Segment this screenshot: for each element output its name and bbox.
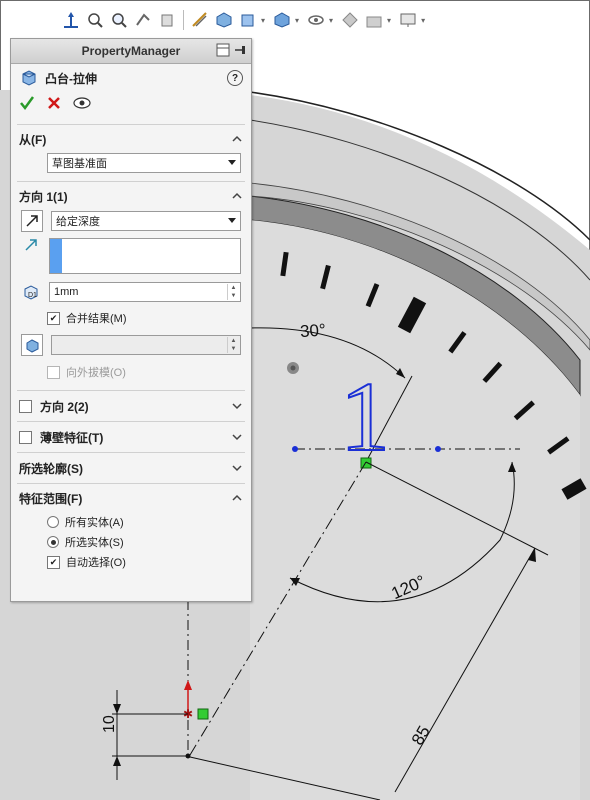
hide-show-icon[interactable] bbox=[271, 9, 293, 31]
chevron-up-icon[interactable] bbox=[231, 190, 243, 202]
merge-result-label: 合并结果(M) bbox=[66, 313, 127, 325]
thin-feature-checkbox[interactable] bbox=[19, 430, 32, 444]
chevron-up-icon[interactable] bbox=[231, 133, 243, 145]
chevron-down-icon[interactable] bbox=[231, 462, 243, 474]
end-condition-select[interactable]: 给定深度 bbox=[51, 211, 241, 231]
dim-30-label[interactable]: 30° bbox=[299, 320, 326, 341]
zoom-fit-icon[interactable] bbox=[84, 9, 106, 31]
direction2-header[interactable]: 方向 2(2) bbox=[17, 391, 245, 421]
pin-icon[interactable] bbox=[233, 43, 247, 60]
extrude-boss-icon bbox=[19, 68, 37, 89]
sketch-number-1[interactable]: 1 bbox=[339, 360, 391, 473]
from-group-label: 从(F) bbox=[19, 132, 47, 147]
display-style-icon[interactable] bbox=[237, 9, 259, 31]
feature-scope-label: 特征范围(F) bbox=[19, 491, 83, 506]
scope-option-selected[interactable]: 所选实体(S) bbox=[17, 532, 245, 552]
dynamic-annotation-icon[interactable] bbox=[189, 9, 211, 31]
auto-select-label: 自动选择(O) bbox=[66, 557, 126, 569]
view-settings-icon[interactable] bbox=[363, 9, 385, 31]
from-group: 从(F) 草图基准面 bbox=[17, 124, 245, 181]
ok-check-icon[interactable] bbox=[19, 95, 35, 114]
scope-option-all[interactable]: 所有实体(A) bbox=[17, 512, 245, 532]
draft-outward-label: 向外拔模(O) bbox=[66, 367, 126, 379]
direction2-group: 方向 2(2) bbox=[17, 390, 245, 421]
section-view-icon[interactable] bbox=[156, 9, 178, 31]
feature-name: 凸台-拉伸 bbox=[45, 71, 97, 86]
edit-appearance-icon[interactable] bbox=[305, 9, 327, 31]
start-condition-value: 草图基准面 bbox=[52, 158, 107, 170]
expand-panel-icon[interactable] bbox=[216, 43, 230, 60]
chevron-down-icon[interactable] bbox=[231, 431, 243, 443]
zoom-area-icon[interactable] bbox=[108, 9, 130, 31]
direction2-checkbox[interactable] bbox=[19, 399, 32, 413]
merge-result-option[interactable]: ✔ 合并结果(M) bbox=[17, 302, 245, 328]
feature-title-row: 凸台-拉伸 ? bbox=[11, 64, 251, 92]
coordinate-icon[interactable] bbox=[60, 9, 82, 31]
scope-all-radio[interactable] bbox=[47, 516, 59, 528]
help-icon[interactable]: ? bbox=[227, 70, 243, 86]
direction1-label: 方向 1(1) bbox=[19, 189, 68, 204]
chevron-down-icon[interactable] bbox=[231, 400, 243, 412]
selected-contours-group: 所选轮廓(S) bbox=[17, 452, 245, 483]
direction1-group: 方向 1(1) 给定深度 D1 1mm ▲ ▼ ✔ 合并结果(M) ▲ ▼ 向外… bbox=[17, 181, 245, 390]
property-manager-panel: PropertyManager 凸台-拉伸 ? 从(F) 草图基准面 方向 1(… bbox=[10, 38, 252, 602]
coincident-relation-marker bbox=[360, 457, 372, 469]
depth-icon: D1 bbox=[21, 283, 41, 301]
draft-toggle-button[interactable] bbox=[21, 334, 43, 356]
scope-all-label: 所有实体(A) bbox=[65, 517, 124, 529]
reverse-direction-button[interactable] bbox=[21, 210, 43, 232]
feature-scope-group: 特征范围(F) 所有实体(A) 所选实体(S) ✔ 自动选择(O) bbox=[17, 483, 245, 572]
heads-up-toolbar: ▾ ▾ ▾ ▾ ▾ bbox=[60, 6, 429, 34]
end-condition-value: 给定深度 bbox=[56, 216, 100, 228]
merge-result-checkbox[interactable]: ✔ bbox=[47, 311, 60, 325]
selected-contours-header[interactable]: 所选轮廓(S) bbox=[17, 453, 245, 483]
thin-feature-header[interactable]: 薄壁特征(T) bbox=[17, 422, 245, 452]
previous-view-icon[interactable] bbox=[132, 9, 154, 31]
depth-value: 1mm bbox=[54, 286, 79, 298]
direction1-header[interactable]: 方向 1(1) bbox=[17, 182, 245, 210]
direction-arrow-icon bbox=[21, 238, 41, 252]
action-buttons bbox=[11, 92, 251, 116]
property-manager-title: PropertyManager bbox=[81, 44, 181, 58]
view-orientation-icon[interactable] bbox=[213, 9, 235, 31]
feature-scope-header[interactable]: 特征范围(F) bbox=[17, 484, 245, 512]
thin-feature-label: 薄壁特征(T) bbox=[40, 430, 104, 445]
scope-selected-label: 所选实体(S) bbox=[65, 537, 124, 549]
origin-relation-marker bbox=[197, 708, 209, 720]
apply-scene-icon[interactable] bbox=[339, 9, 361, 31]
monitor-icon[interactable] bbox=[397, 9, 419, 31]
draft-angle-input[interactable]: ▲ ▼ bbox=[51, 335, 241, 355]
chevron-up-icon[interactable] bbox=[231, 492, 243, 504]
property-manager-header: PropertyManager bbox=[11, 39, 251, 64]
depth-input[interactable]: 1mm ▲ ▼ bbox=[49, 282, 241, 302]
direction2-label: 方向 2(2) bbox=[40, 399, 89, 414]
svg-text:D1: D1 bbox=[28, 292, 37, 299]
from-group-header[interactable]: 从(F) bbox=[17, 125, 245, 153]
selected-contours-label: 所选轮廓(S) bbox=[19, 461, 83, 476]
cancel-x-icon[interactable] bbox=[47, 96, 61, 113]
draft-outward-option[interactable]: 向外拔模(O) bbox=[17, 356, 245, 390]
scope-selected-radio[interactable] bbox=[47, 536, 59, 548]
dim-10-label[interactable]: 10 bbox=[101, 715, 118, 733]
auto-select-checkbox[interactable]: ✔ bbox=[47, 555, 60, 569]
auto-select-option[interactable]: ✔ 自动选择(O) bbox=[17, 552, 245, 572]
draft-outward-checkbox[interactable] bbox=[47, 365, 60, 379]
start-condition-select[interactable]: 草图基准面 bbox=[47, 153, 241, 173]
thin-feature-group: 薄壁特征(T) bbox=[17, 421, 245, 452]
preview-eye-icon[interactable] bbox=[73, 96, 91, 113]
direction-selection-box[interactable] bbox=[49, 238, 241, 274]
